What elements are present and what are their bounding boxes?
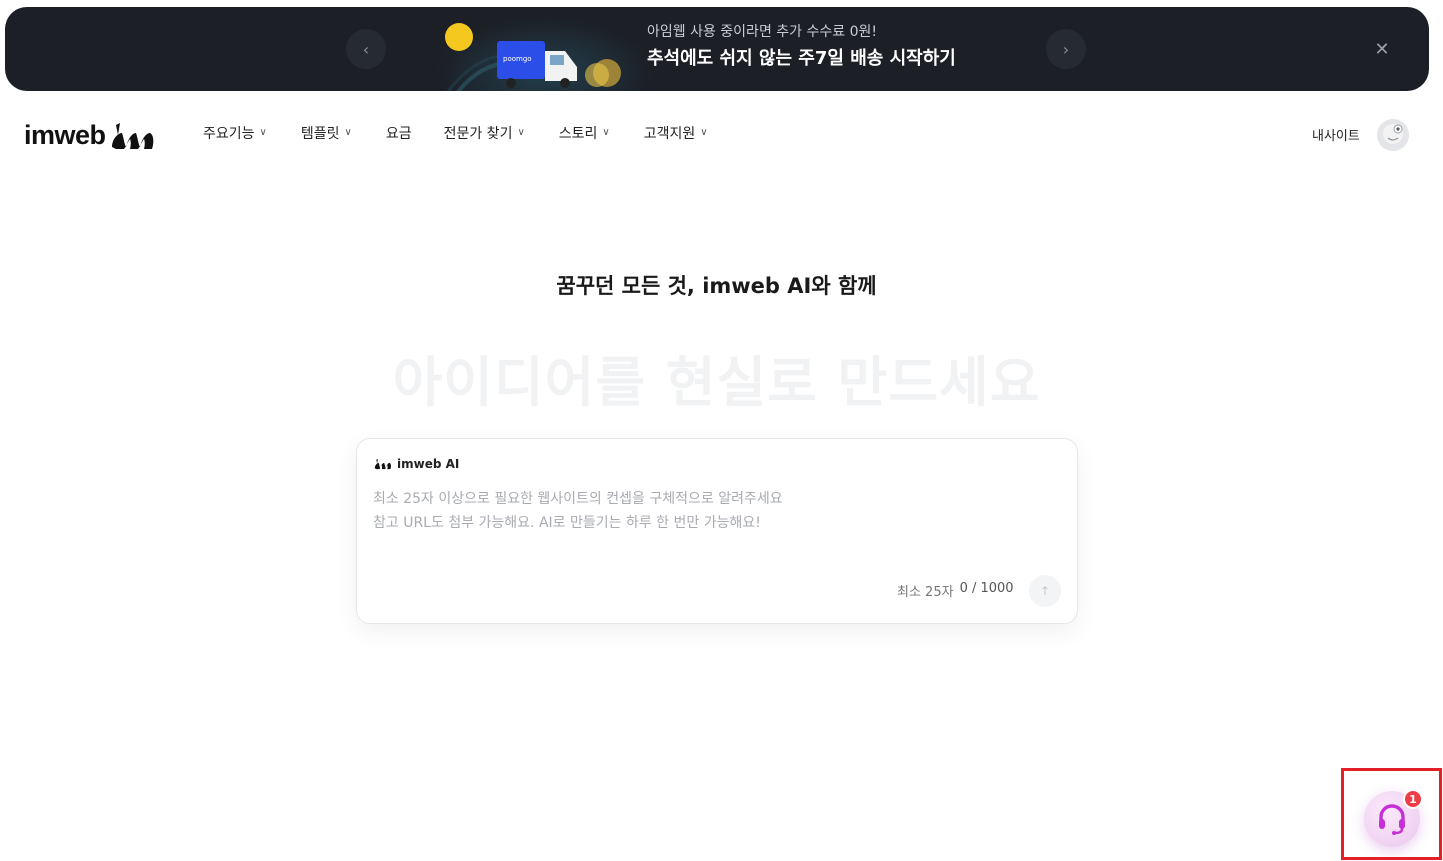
menu-item-find-expert[interactable]: 전문가 찾기 ∨: [444, 123, 525, 145]
char-count: 0 / 1000: [959, 581, 1014, 596]
menu-item-support[interactable]: 고객지원 ∨: [644, 123, 708, 145]
banner-next-button[interactable]: ›: [1046, 29, 1086, 69]
delivery-truck-illustration: poomgo: [445, 23, 621, 91]
char-counter: 최소 25자 0 / 1000: [897, 581, 1014, 600]
imweb-logo[interactable]: imweb: [24, 120, 156, 151]
site-header: imweb 주요기능 ∨ 템플릿 ∨ 요금 전문가 찾기 ∨ 스토리 ∨ 고객지…: [0, 104, 1443, 164]
min-length-note: 최소 25자: [897, 585, 954, 600]
truck-label: poomgo: [503, 55, 532, 63]
menu-item-pricing[interactable]: 요금: [386, 123, 412, 145]
main-menu: 주요기능 ∨ 템플릿 ∨ 요금 전문가 찾기 ∨ 스토리 ∨ 고객지원 ∨: [203, 123, 708, 145]
ai-prompt-input[interactable]: [373, 487, 1053, 559]
menu-item-story[interactable]: 스토리 ∨: [559, 123, 610, 145]
my-site-link[interactable]: 내사이트: [1312, 125, 1360, 144]
hero-title: 꿈꾸던 모든 것, imweb AI와 함께: [556, 274, 877, 298]
imweb-logo-mark-icon: [111, 122, 153, 149]
banner-subtitle: 아임웹 사용 중이라면 추가 수수료 0원!: [647, 24, 877, 40]
send-button[interactable]: ↑: [1029, 575, 1061, 607]
chevron-down-icon: ∨: [344, 127, 352, 138]
chevron-down-icon: ∨: [259, 127, 267, 138]
promo-banner[interactable]: ‹ poomgo 아임웹 사용 중이라면 추가 수수료 0원! 추석에도 쉬지 …: [5, 7, 1429, 91]
chevron-left-icon: ‹: [362, 39, 370, 59]
headset-icon: [1379, 804, 1405, 835]
ai-prompt-card: imweb AI 최소 25자 0 / 1000 ↑: [356, 438, 1078, 624]
avatar[interactable]: [1377, 119, 1409, 151]
ai-prompt-label: imweb AI: [397, 457, 460, 471]
arrow-up-icon: ↑: [1039, 584, 1051, 598]
menu-item-features[interactable]: 주요기능 ∨: [203, 123, 267, 145]
menu-item-templates[interactable]: 템플릿 ∨: [301, 123, 352, 145]
chevron-down-icon: ∨: [700, 127, 708, 138]
user-avatar-icon: [1377, 119, 1409, 151]
chevron-down-icon: ∨: [602, 127, 610, 138]
imweb-ai-logo-icon: [374, 458, 391, 470]
logo-text: imweb: [24, 120, 106, 150]
banner-title[interactable]: 추석에도 쉬지 않는 주7일 배송 시작하기: [647, 44, 956, 74]
banner-prev-button[interactable]: ‹: [346, 29, 386, 69]
ai-prompt-header: imweb AI: [374, 457, 459, 471]
close-icon: ✕: [1374, 38, 1390, 60]
chevron-right-icon: ›: [1062, 39, 1070, 59]
support-notification-badge: 1: [1403, 789, 1423, 809]
chevron-down-icon: ∨: [517, 127, 525, 138]
hero-big-text: 아이디어를 현실로 만드세요: [392, 351, 1041, 414]
banner-close-button[interactable]: ✕: [1371, 38, 1393, 60]
